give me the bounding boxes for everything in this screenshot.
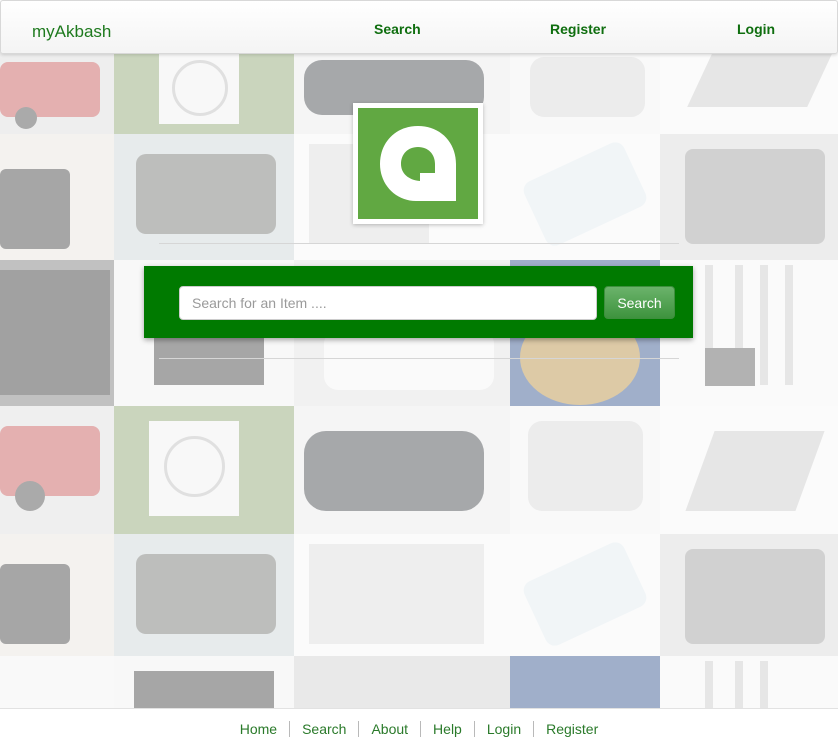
footer-help-link[interactable]: Help bbox=[420, 721, 474, 737]
divider-top bbox=[159, 243, 679, 244]
footer-home-link[interactable]: Home bbox=[228, 721, 289, 737]
logo-a-icon bbox=[358, 108, 478, 219]
brand-link[interactable]: myAkbash bbox=[32, 22, 111, 42]
footer-about-link[interactable]: About bbox=[358, 721, 420, 737]
search-panel: Search bbox=[144, 266, 693, 338]
footer-nav: Home Search About Help Login Register bbox=[0, 721, 838, 737]
page: myAkbash Search Register Login Search Ho… bbox=[0, 0, 838, 750]
divider-bottom bbox=[159, 358, 679, 359]
footer: Home Search About Help Login Register bbox=[0, 708, 838, 750]
footer-search-link[interactable]: Search bbox=[289, 721, 358, 737]
nav-login-link[interactable]: Login bbox=[737, 21, 775, 37]
footer-login-link[interactable]: Login bbox=[473, 721, 533, 737]
logo bbox=[353, 103, 483, 224]
search-input[interactable] bbox=[179, 286, 597, 320]
search-button[interactable]: Search bbox=[604, 286, 675, 319]
nav-search-link[interactable]: Search bbox=[374, 21, 421, 37]
top-navbar: myAkbash Search Register Login bbox=[0, 0, 838, 54]
footer-register-link[interactable]: Register bbox=[533, 721, 610, 737]
nav-register-link[interactable]: Register bbox=[550, 21, 606, 37]
